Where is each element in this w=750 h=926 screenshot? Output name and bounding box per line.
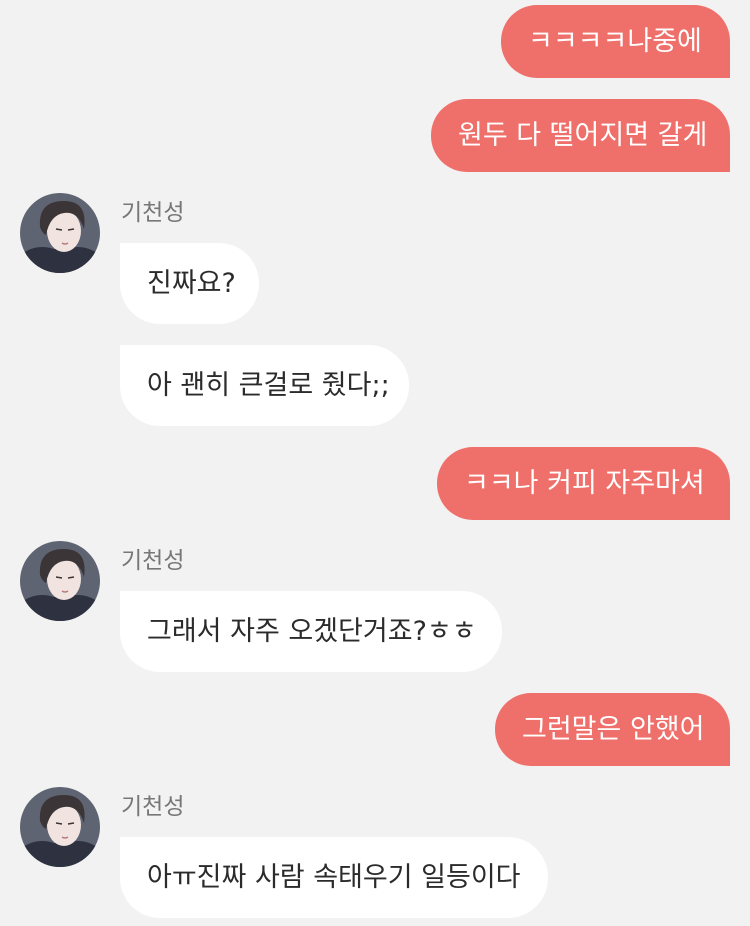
message-text: 진짜요?	[147, 268, 236, 299]
message-text: 아 괜히 큰걸로 줬다;;	[147, 370, 390, 401]
sent-message-bubble[interactable]: ㅋㅋㅋㅋ나중에	[501, 5, 730, 78]
sender-name: 기천성	[121, 794, 185, 820]
received-message-bubble[interactable]: 진짜요?	[120, 243, 259, 324]
message-text: 그런말은 안했어	[522, 714, 705, 745]
message-text: ㅋㅋ나 커피 자주마셔	[464, 468, 705, 499]
profile-avatar-icon	[20, 193, 100, 273]
sender-avatar[interactable]	[20, 541, 100, 621]
received-message-bubble[interactable]: 그래서 자주 오겠단거죠?ㅎㅎ	[120, 591, 502, 672]
sender-avatar[interactable]	[20, 193, 100, 273]
message-text: ㅋㅋㅋㅋ나중에	[528, 26, 702, 57]
received-message-bubble[interactable]: 아 괜히 큰걸로 줬다;;	[120, 345, 409, 426]
message-text: 원두 다 떨어지면 갈게	[458, 120, 708, 151]
sent-message-bubble[interactable]: ㅋㅋ나 커피 자주마셔	[437, 447, 730, 520]
received-message-bubble[interactable]: 아ㅠ진짜 사람 속태우기 일등이다	[120, 837, 548, 918]
sent-message-bubble[interactable]: 원두 다 떨어지면 갈게	[431, 99, 730, 172]
chat-screen: { "messages": [ {"side": "sent", "text":…	[0, 0, 750, 926]
sent-message-bubble[interactable]: 그런말은 안했어	[495, 693, 730, 766]
sender-name: 기천성	[121, 200, 185, 226]
profile-avatar-icon	[20, 541, 100, 621]
message-text: 아ㅠ진짜 사람 속태우기 일등이다	[147, 862, 521, 893]
profile-avatar-icon	[20, 787, 100, 867]
sender-avatar[interactable]	[20, 787, 100, 867]
sender-name: 기천성	[121, 548, 185, 574]
message-text: 그래서 자주 오겠단거죠?ㅎㅎ	[147, 616, 477, 647]
